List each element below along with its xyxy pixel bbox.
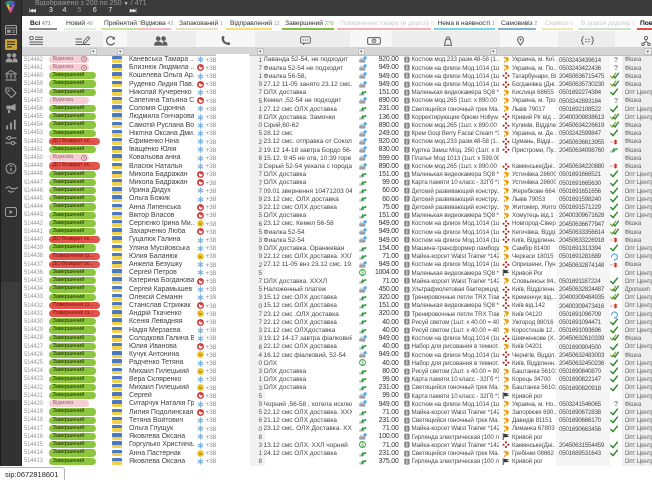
svg-text:$: $ xyxy=(361,443,364,449)
svg-text:lc: lc xyxy=(199,353,202,358)
svg-text:lc: lc xyxy=(199,385,202,390)
svg-text:lc: lc xyxy=(199,254,202,259)
svg-text:lc: lc xyxy=(199,451,202,456)
svg-text:lc: lc xyxy=(199,221,202,226)
svg-text:lc: lc xyxy=(199,369,202,374)
svg-text:lc: lc xyxy=(199,312,202,317)
svg-text:$: $ xyxy=(361,361,364,367)
svg-text:$: $ xyxy=(361,271,364,277)
